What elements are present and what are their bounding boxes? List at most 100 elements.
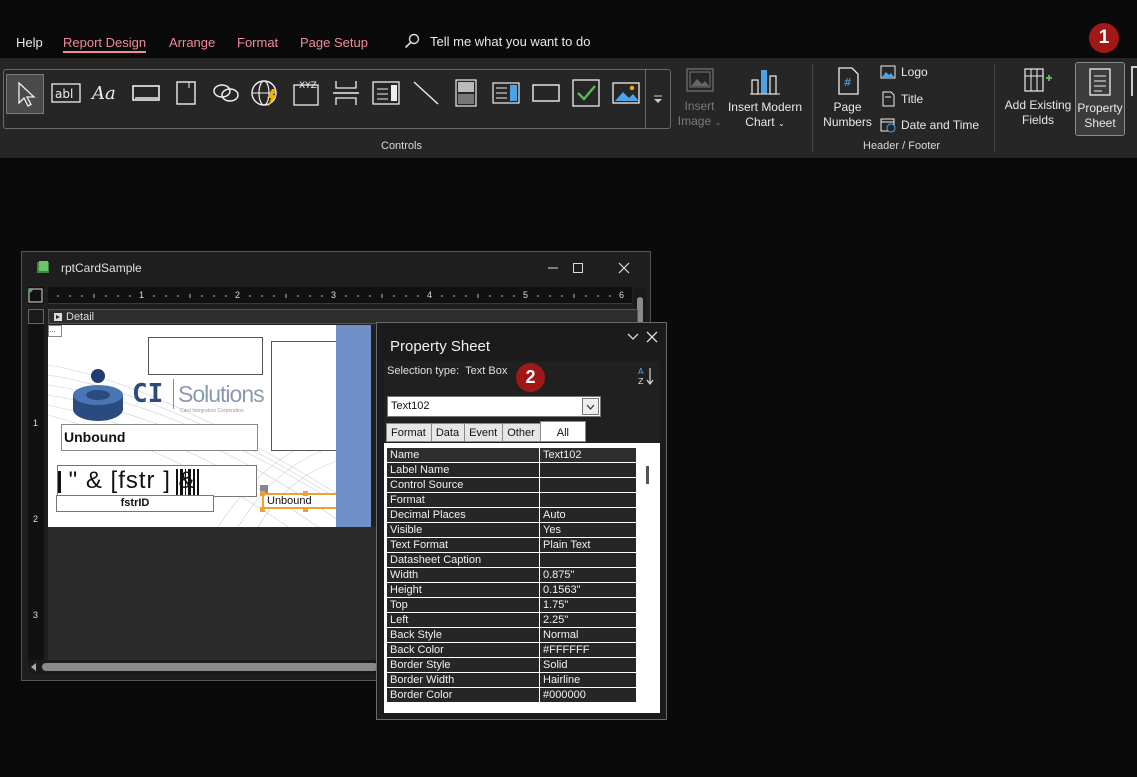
check-box-control[interactable]: [568, 76, 604, 110]
property-row[interactable]: Datasheet Caption: [387, 553, 639, 568]
barcode-expression-textbox[interactable]: " & [fstr ] &: [57, 465, 257, 497]
ribbon-separator: [812, 64, 813, 152]
property-row[interactable]: Left 2.25": [387, 613, 639, 628]
resize-handle[interactable]: [303, 507, 308, 512]
property-value[interactable]: #000000: [540, 688, 636, 702]
tab-help[interactable]: Help: [16, 35, 43, 50]
tab-page-setup[interactable]: Page Setup: [300, 35, 368, 50]
close-button[interactable]: [609, 258, 639, 278]
property-value[interactable]: [540, 463, 636, 477]
property-value[interactable]: [540, 553, 636, 567]
ruler-corner[interactable]: [28, 287, 44, 304]
date-and-time-label: Date and Time: [901, 118, 980, 132]
property-grid-scroll-thumb[interactable]: [646, 466, 649, 484]
navigation-control[interactable]: XYZ: [288, 76, 324, 110]
property-value[interactable]: [540, 493, 636, 507]
property-value[interactable]: Normal: [540, 628, 636, 642]
control-selector-combo[interactable]: Text102: [387, 396, 601, 417]
property-grid-scrollbar[interactable]: [640, 463, 656, 711]
section-selector[interactable]: [28, 309, 44, 324]
resize-handle[interactable]: [260, 491, 265, 496]
property-value[interactable]: [540, 478, 636, 492]
property-value[interactable]: 0.1563": [540, 583, 636, 597]
report-window-titlebar[interactable]: rptCardSample: [22, 252, 650, 284]
property-row[interactable]: Top 1.75": [387, 598, 639, 613]
property-row[interactable]: Back Style Normal: [387, 628, 639, 643]
insert-image-button[interactable]: Insert Image ⌄: [677, 67, 722, 130]
tab-all[interactable]: All: [539, 421, 586, 442]
tell-me-search[interactable]: Tell me what you want to do: [404, 33, 590, 49]
property-row[interactable]: Height 0.1563": [387, 583, 639, 598]
insert-modern-chart-button[interactable]: Insert Modern Chart ⌄: [727, 66, 803, 131]
chevron-down-icon[interactable]: [626, 331, 640, 343]
resize-handle[interactable]: [303, 491, 308, 496]
page-numbers-line1: Page: [833, 100, 862, 114]
hscroll-thumb[interactable]: [42, 663, 378, 671]
tab-event[interactable]: Event: [464, 423, 504, 442]
line-control[interactable]: [408, 76, 444, 110]
property-row[interactable]: Visible Yes: [387, 523, 639, 538]
web-browser-control[interactable]: [248, 76, 284, 110]
property-value[interactable]: Hairline: [540, 673, 636, 687]
button-control[interactable]: [128, 76, 164, 110]
add-existing-fields-button[interactable]: Add Existing Fields: [1003, 66, 1073, 128]
date-and-time-button[interactable]: Date and Time: [880, 117, 979, 133]
resize-handle[interactable]: [260, 507, 265, 512]
tab-report-design[interactable]: Report Design: [63, 35, 147, 53]
property-value[interactable]: #FFFFFF: [540, 643, 636, 657]
rectangle-control[interactable]: [528, 76, 564, 110]
scroll-left-icon[interactable]: [30, 663, 38, 671]
page-break-control[interactable]: [328, 76, 364, 110]
hyperlink-control[interactable]: [208, 76, 244, 110]
card-design-surface[interactable]: ... CI Solutions Card Integrators Corpor…: [48, 325, 371, 527]
label-control[interactable]: Aa: [88, 76, 124, 110]
property-row[interactable]: Width 0.875": [387, 568, 639, 583]
tab-data[interactable]: Data: [430, 423, 466, 442]
tab-arrange[interactable]: Arrange: [169, 35, 215, 50]
property-value[interactable]: Auto: [540, 508, 636, 522]
ci-solutions-logo: CI Solutions Card Integrators Corporatio…: [70, 367, 265, 425]
sort-az-icon[interactable]: A Z: [637, 366, 655, 386]
property-row[interactable]: Back Color #FFFFFF: [387, 643, 639, 658]
title-button[interactable]: Title: [880, 91, 923, 107]
property-row[interactable]: Control Source: [387, 478, 639, 493]
property-row[interactable]: Decimal Places Auto: [387, 508, 639, 523]
report-horizontal-scrollbar[interactable]: [28, 660, 378, 674]
unbound-name-textbox[interactable]: Unbound: [61, 424, 258, 451]
property-value[interactable]: 1.75": [540, 598, 636, 612]
property-row[interactable]: Format: [387, 493, 639, 508]
property-row[interactable]: Text Format Plain Text: [387, 538, 639, 553]
property-value[interactable]: Solid: [540, 658, 636, 672]
property-grid: Name Text102 Label Name Control Source Forma…: [384, 443, 660, 713]
property-value[interactable]: 0.875": [540, 568, 636, 582]
select-pointer-control[interactable]: [6, 74, 44, 114]
report-empty-area[interactable]: [48, 527, 378, 660]
property-row[interactable]: Label Name: [387, 463, 639, 478]
list-box-control[interactable]: [488, 76, 524, 110]
page-numbers-button[interactable]: # Page Numbers: [820, 66, 875, 130]
property-row[interactable]: Border Style Solid: [387, 658, 639, 673]
property-row[interactable]: Border Color #000000: [387, 688, 639, 703]
toggle-button-control[interactable]: [448, 76, 484, 110]
property-row[interactable]: Name Text102: [387, 448, 639, 463]
property-sheet-button[interactable]: Property Sheet: [1075, 62, 1125, 136]
property-value[interactable]: Plain Text: [540, 538, 636, 552]
property-name: Top: [387, 598, 540, 612]
close-icon[interactable]: [646, 331, 658, 343]
property-row[interactable]: Border Width Hairline: [387, 673, 639, 688]
property-value[interactable]: Text102: [540, 448, 636, 462]
maximize-button[interactable]: [563, 258, 593, 278]
textbox-control[interactable]: abl: [48, 76, 84, 110]
combo-dropdown-button[interactable]: [582, 398, 599, 415]
tab-format[interactable]: Format: [237, 35, 278, 50]
tab-other[interactable]: Other: [502, 423, 541, 442]
fstrid-textbox[interactable]: fstrID: [56, 495, 214, 512]
logo-button[interactable]: Logo: [880, 65, 928, 79]
property-value[interactable]: 2.25": [540, 613, 636, 627]
gallery-more-button[interactable]: [645, 69, 670, 129]
tab-format[interactable]: Format: [386, 423, 432, 442]
image-control[interactable]: [608, 76, 644, 110]
combo-box-control[interactable]: [368, 76, 404, 110]
tab-control[interactable]: [168, 76, 204, 110]
property-value[interactable]: Yes: [540, 523, 636, 537]
